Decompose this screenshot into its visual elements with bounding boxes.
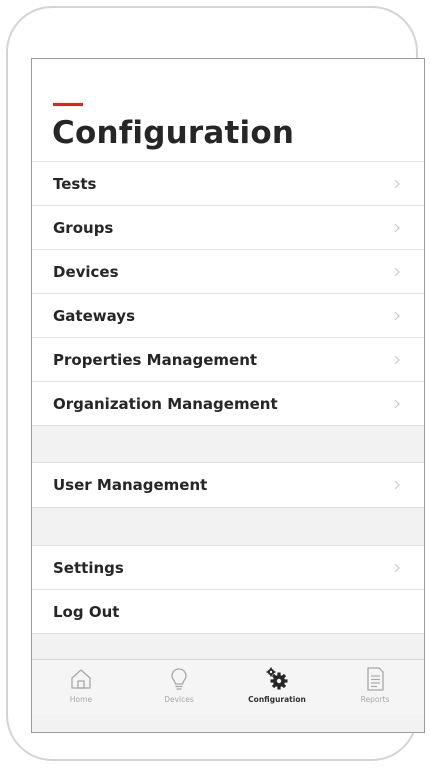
menu-item-label: Groups bbox=[53, 218, 114, 237]
menu-item-gateways[interactable]: Gateways bbox=[32, 293, 424, 337]
page-header: Configuration bbox=[32, 59, 424, 161]
home-icon bbox=[71, 669, 91, 689]
menu-item-label: Devices bbox=[53, 262, 119, 281]
page-title: Configuration bbox=[52, 115, 295, 151]
menu-item-label: User Management bbox=[53, 476, 208, 494]
document-icon bbox=[367, 667, 384, 691]
tab-devices[interactable]: Devices bbox=[130, 660, 228, 715]
bottom-tab-bar: Home Devices Configuration Reports bbox=[32, 659, 424, 715]
phone-frame: Configuration Tests Groups Devices Gatew… bbox=[6, 6, 425, 761]
menu-item-label: Log Out bbox=[53, 602, 120, 621]
menu-item-log-out[interactable]: Log Out bbox=[32, 589, 424, 634]
tab-label: Home bbox=[69, 695, 93, 704]
menu-item-properties-management[interactable]: Properties Management bbox=[32, 337, 424, 381]
chevron-right-icon bbox=[394, 480, 400, 490]
tab-configuration[interactable]: Configuration bbox=[228, 660, 326, 715]
tab-label: Configuration bbox=[248, 695, 306, 704]
tab-label: Devices bbox=[164, 695, 194, 704]
chevron-right-icon bbox=[394, 399, 400, 408]
menu-item-label: Settings bbox=[53, 558, 124, 577]
title-accent-bar bbox=[53, 103, 83, 106]
chevron-right-icon bbox=[394, 563, 400, 572]
app-screen: Configuration Tests Groups Devices Gatew… bbox=[31, 58, 425, 733]
menu-item-devices[interactable]: Devices bbox=[32, 249, 424, 293]
menu-item-label: Properties Management bbox=[53, 350, 258, 369]
gears-icon bbox=[266, 667, 288, 690]
menu-item-label: Tests bbox=[53, 174, 97, 193]
chevron-right-icon bbox=[394, 355, 400, 364]
menu-item-label: Organization Management bbox=[53, 394, 278, 413]
chevron-right-icon bbox=[394, 267, 400, 276]
menu-item-label: Gateways bbox=[53, 306, 136, 325]
chevron-right-icon bbox=[394, 223, 400, 232]
menu-item-settings[interactable]: Settings bbox=[32, 545, 424, 589]
menu-item-tests[interactable]: Tests bbox=[32, 161, 424, 205]
menu-item-organization-management[interactable]: Organization Management bbox=[32, 381, 424, 426]
tab-home[interactable]: Home bbox=[32, 660, 130, 715]
tab-reports[interactable]: Reports bbox=[326, 660, 424, 715]
tab-label: Reports bbox=[360, 695, 390, 704]
chevron-right-icon bbox=[394, 179, 400, 188]
chevron-right-icon bbox=[394, 311, 400, 320]
lightbulb-icon bbox=[171, 668, 187, 690]
menu-item-user-management[interactable]: User Management bbox=[32, 462, 424, 508]
menu-item-groups[interactable]: Groups bbox=[32, 205, 424, 249]
